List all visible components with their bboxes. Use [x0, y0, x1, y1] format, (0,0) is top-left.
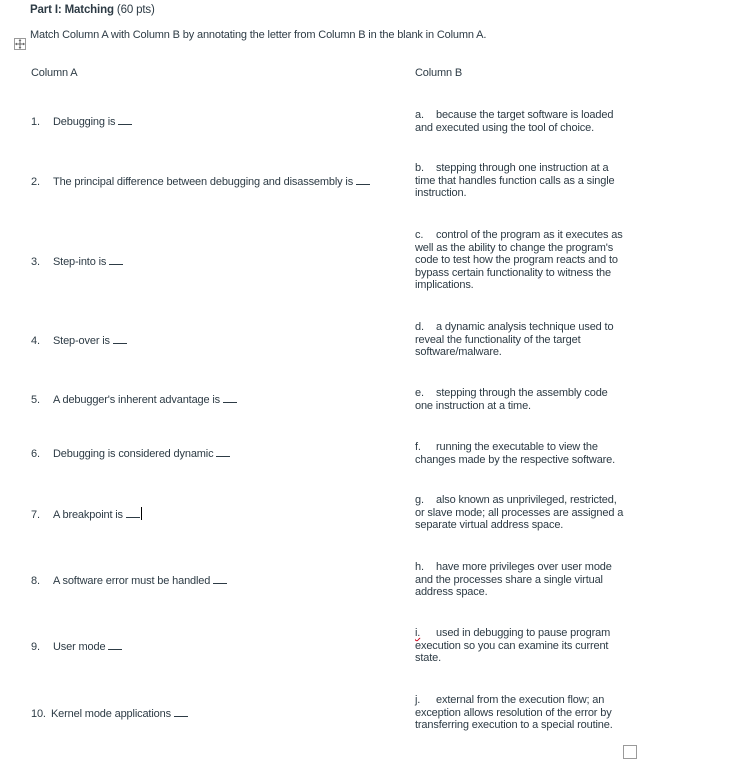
option-letter: i.: [415, 627, 421, 639]
question-7: 7. A breakpoint is: [31, 507, 142, 521]
answer-blank[interactable]: [118, 115, 133, 125]
question-text: User mode: [53, 641, 106, 653]
option-h: h. have more privileges over user mode an…: [415, 561, 625, 599]
question-text: A software error must be handled: [53, 575, 211, 587]
option-letter: d.: [415, 321, 424, 333]
question-10: 10. Kernel mode applications: [31, 707, 188, 720]
answer-blank[interactable]: [223, 393, 238, 403]
question-number: 8.: [31, 575, 40, 587]
option-e: e. stepping through the assembly code one…: [415, 387, 625, 412]
instructions: Match Column A with Column B by annotati…: [30, 29, 487, 41]
option-text: stepping through one instruction at a ti…: [415, 162, 615, 200]
question-text: A debugger's inherent advantage is: [53, 394, 221, 406]
answer-blank[interactable]: [356, 175, 371, 185]
question-5: 5. A debugger's inherent advantage is: [31, 393, 238, 406]
question-number: 7.: [31, 509, 40, 521]
option-text: running the executable to view the chang…: [415, 441, 616, 466]
question-text: Debugging is considered dynamic: [53, 448, 214, 460]
answer-blank[interactable]: [109, 255, 124, 265]
answer-blank[interactable]: [108, 640, 123, 650]
question-text: The principal difference between debuggi…: [53, 176, 354, 188]
question-number: 5.: [31, 394, 40, 406]
question-number: 1.: [31, 116, 40, 128]
option-text: used in debugging to pause program execu…: [415, 627, 611, 665]
answer-blank[interactable]: [213, 574, 228, 584]
answer-blank[interactable]: [125, 508, 140, 518]
column-a-header: Column A: [31, 67, 78, 79]
question-2: 2. The principal difference between debug…: [31, 175, 371, 188]
option-b: b. stepping through one instruction at a …: [415, 162, 625, 200]
question-4: 4. Step-over is: [31, 334, 127, 347]
question-text: Debugging is: [53, 116, 116, 128]
option-a: a. because the target software is loaded …: [415, 109, 625, 134]
question-6: 6. Debugging is considered dynamic: [31, 447, 231, 460]
question-9: 9. User mode: [31, 640, 123, 653]
option-f: f. running the executable to view the cha…: [415, 441, 625, 466]
option-letter: h.: [415, 561, 424, 573]
option-i: i. used in debugging to pause program exe…: [415, 627, 625, 665]
part-title: Part I: Matching (60 pts): [30, 4, 155, 16]
points-label: (60 pts): [116, 4, 155, 16]
question-text: Step-over is: [53, 335, 110, 347]
option-letter: e.: [415, 387, 424, 399]
move-arrows-icon[interactable]: [14, 38, 26, 50]
option-text: stepping through the assembly code one i…: [415, 387, 608, 412]
question-1: 1. Debugging is: [31, 115, 133, 128]
option-text: because the target software is loaded an…: [415, 109, 614, 134]
question-number: 6.: [31, 448, 40, 460]
option-j: j. external from the execution flow; an e…: [415, 694, 625, 732]
question-number: 4.: [31, 335, 40, 347]
question-number: 3.: [31, 256, 40, 268]
answer-blank[interactable]: [112, 334, 127, 344]
option-text: a dynamic analysis technique used to rev…: [415, 321, 614, 359]
option-letter: g.: [415, 494, 424, 506]
question-8: 8. A software error must be handled: [31, 574, 228, 587]
option-letter: f.: [415, 441, 421, 453]
question-text: Step-into is: [53, 256, 107, 268]
option-text: external from the execution flow; an exc…: [415, 694, 613, 732]
answer-blank[interactable]: [173, 707, 188, 717]
question-text: Kernel mode applications: [51, 708, 171, 720]
question-number: 9.: [31, 641, 40, 653]
option-letter: a.: [415, 109, 424, 121]
option-letter: b.: [415, 162, 424, 174]
text-cursor: [140, 507, 142, 520]
column-b-header: Column B: [415, 67, 463, 79]
question-number: 2.: [31, 176, 40, 188]
option-text: control of the program as it executes as…: [415, 229, 623, 292]
question-3: 3. Step-into is: [31, 255, 124, 268]
question-text: A breakpoint is: [53, 509, 123, 521]
option-letter: c.: [415, 229, 424, 241]
answer-blank[interactable]: [216, 447, 231, 457]
option-letter: j.: [415, 694, 421, 706]
option-d: d. a dynamic analysis technique used to r…: [415, 321, 625, 359]
option-g: g. also known as unprivileged, restricted…: [415, 494, 625, 532]
option-text: also known as unprivileged, restricted, …: [415, 494, 624, 532]
part-label: Part I: Matching: [30, 4, 114, 16]
option-text: have more privileges over user mode and …: [415, 561, 612, 599]
resize-box-icon[interactable]: [623, 745, 637, 759]
option-c: c. control of the program as it executes …: [415, 229, 625, 292]
question-number: 10.: [31, 708, 46, 720]
